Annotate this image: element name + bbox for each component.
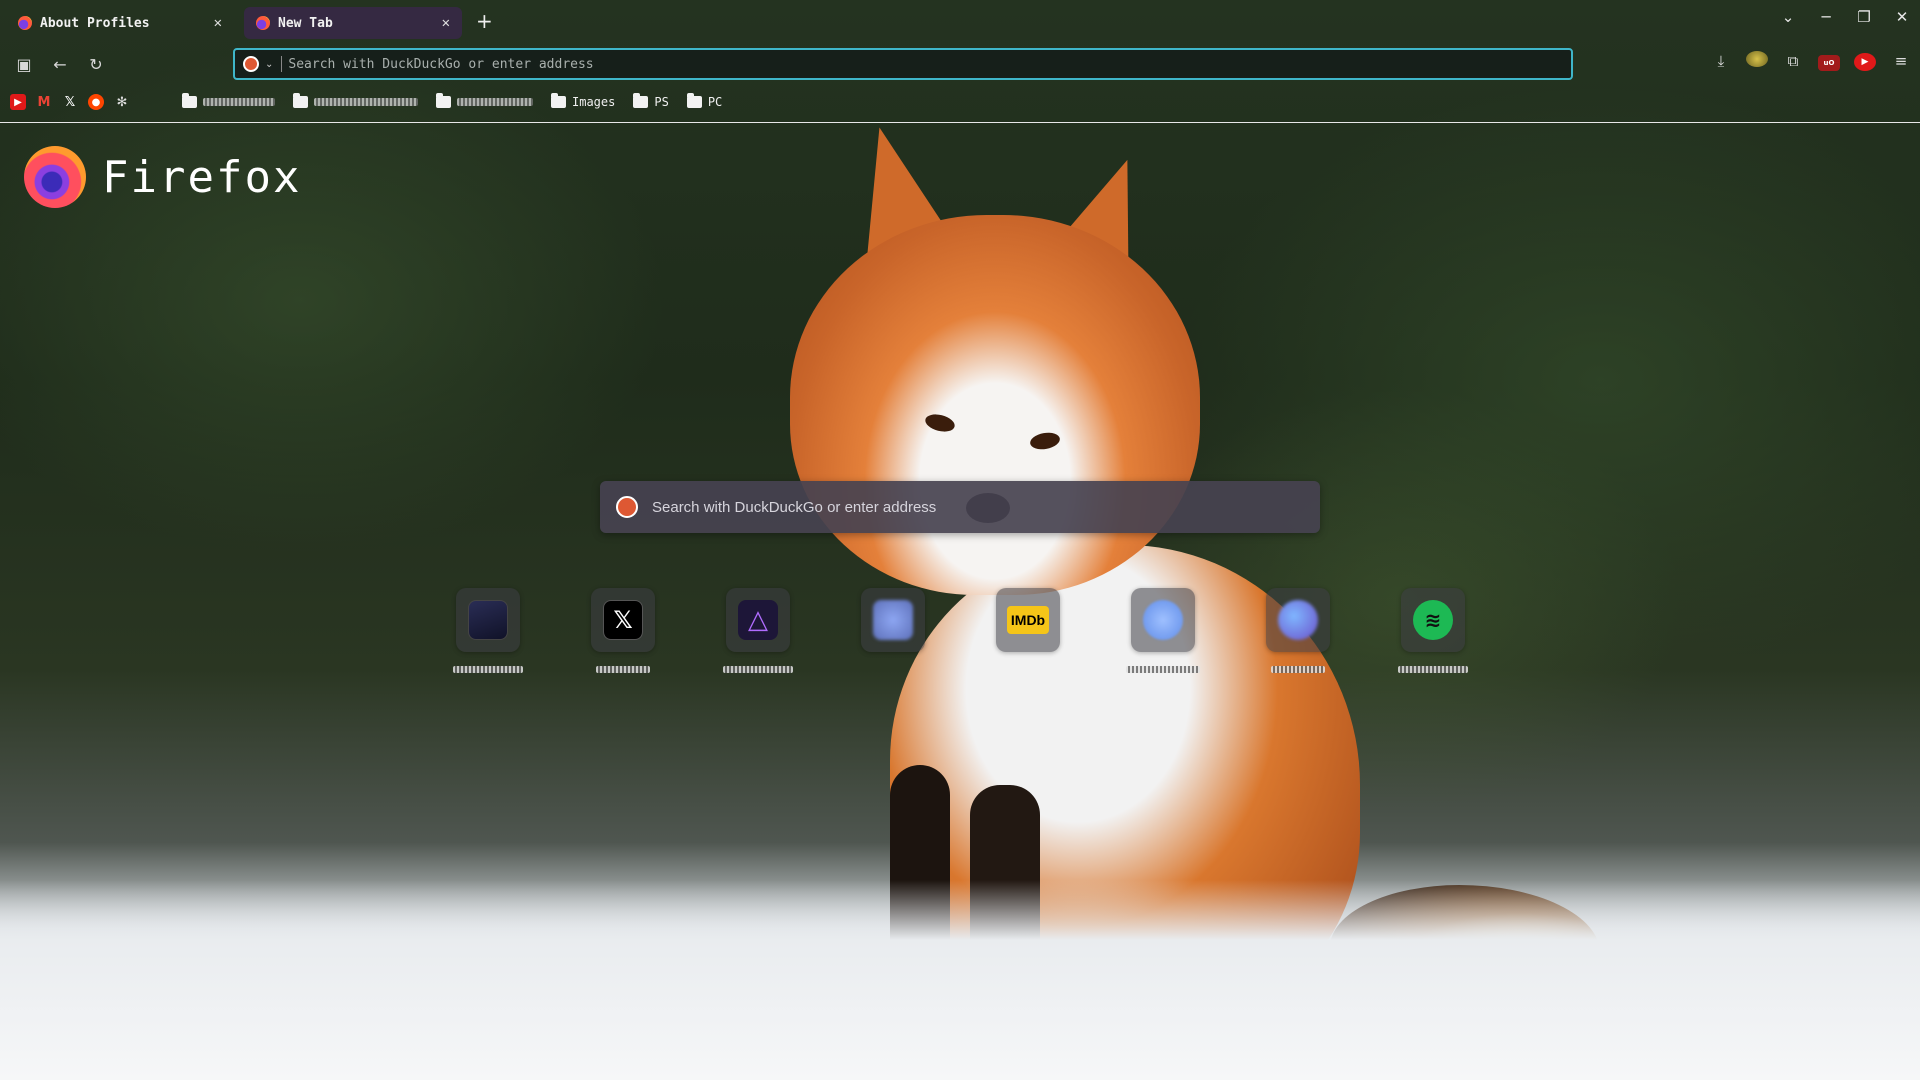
jellyfin-icon: △ xyxy=(738,600,778,640)
fox-eye xyxy=(923,411,957,435)
x-bookmark-icon[interactable]: 𝕏 xyxy=(62,94,78,110)
shortcut-tile[interactable]: ≋ xyxy=(1398,588,1468,673)
restore-icon[interactable]: ❐ xyxy=(1856,8,1872,26)
shortcut-tile[interactable] xyxy=(453,588,523,673)
tab-label: New Tab xyxy=(278,15,333,31)
redacted-tile-label xyxy=(1271,666,1325,673)
folder-label: PC xyxy=(707,95,723,109)
youtube-bookmark-icon[interactable]: ▶ xyxy=(10,94,26,110)
shortcut-tile[interactable] xyxy=(861,588,925,673)
chevron-down-icon[interactable]: ⌄ xyxy=(265,59,273,70)
tab-about-profiles[interactable]: About Profiles ✕ xyxy=(6,7,234,39)
fox-eye xyxy=(1028,430,1062,452)
search-placeholder[interactable]: Search with DuckDuckGo or enter address xyxy=(652,499,936,516)
x-icon: 𝕏 xyxy=(603,600,643,640)
shortcut-tile[interactable]: 𝕏 xyxy=(591,588,655,673)
duckduckgo-engine-icon[interactable] xyxy=(243,56,259,72)
folder-icon xyxy=(551,93,566,108)
redacted-label xyxy=(314,98,418,106)
youtube-extension-icon[interactable]: ▶ xyxy=(1854,50,1876,71)
address-bar-placeholder[interactable]: Search with DuckDuckGo or enter address xyxy=(288,57,593,72)
redacted-tile-label xyxy=(1398,666,1468,673)
tab-strip: About Profiles ✕ New Tab ✕ + ⌄ ─ ❐ ✕ xyxy=(0,0,1920,42)
bookmarks-toolbar: ▶ M 𝕏 ● ✻ Images PS PC xyxy=(0,90,1920,114)
tab-new-tab[interactable]: New Tab ✕ xyxy=(244,7,462,39)
bookmark-folder-pc[interactable]: PC xyxy=(686,93,723,109)
duckduckgo-icon xyxy=(616,496,638,518)
window-controls: ⌄ ─ ❐ ✕ xyxy=(1780,8,1910,26)
toolbar-divider xyxy=(0,122,1920,123)
fox-head xyxy=(790,215,1200,595)
tab-label: About Profiles xyxy=(40,15,150,31)
folder-icon xyxy=(686,93,702,108)
folder-icon xyxy=(293,93,308,108)
sidebar-toggle-icon[interactable]: ▣ xyxy=(6,55,42,74)
spotify-icon: ≋ xyxy=(1413,600,1453,640)
redacted-label xyxy=(203,98,275,106)
folder-icon xyxy=(436,93,451,108)
redacted-tile-label xyxy=(596,666,650,673)
toolbar-right: ⤓ ⧉ uO ▶ ≡ xyxy=(1710,50,1912,71)
back-icon[interactable]: ← xyxy=(42,55,78,74)
top-sites: 𝕏 △ IMDb ≋ xyxy=(453,588,1468,673)
folder-label: PS xyxy=(654,95,669,109)
blurred-gradient-icon xyxy=(1278,600,1318,640)
folder-icon xyxy=(182,93,197,108)
bookmark-folder-redacted[interactable] xyxy=(436,93,533,108)
list-all-tabs-icon[interactable]: ⌄ xyxy=(1780,8,1796,26)
new-tab-search-box[interactable]: Search with DuckDuckGo or enter address xyxy=(600,481,1320,533)
downloads-icon[interactable]: ⤓ xyxy=(1710,52,1732,70)
hamburger-menu-icon[interactable]: ≡ xyxy=(1890,52,1912,70)
shortcut-tile[interactable] xyxy=(1126,588,1200,673)
redacted-label xyxy=(457,98,533,106)
shortcut-tile[interactable] xyxy=(1266,588,1330,673)
firefox-logo-icon xyxy=(24,146,86,208)
folder-label: Images xyxy=(572,95,616,109)
chatgpt-bookmark-icon[interactable]: ✻ xyxy=(114,94,130,110)
close-tab-icon[interactable]: ✕ xyxy=(214,15,222,31)
imdb-icon: IMDb xyxy=(1007,606,1049,634)
shortcut-tile[interactable]: IMDb xyxy=(996,588,1060,673)
urlbar-divider xyxy=(281,56,283,72)
blurred-circle-icon xyxy=(1143,600,1183,640)
redacted-tile-label xyxy=(453,666,523,673)
dark-app-icon xyxy=(468,600,508,640)
firefox-wordmark: Firefox xyxy=(102,151,302,203)
minimize-icon[interactable]: ─ xyxy=(1818,8,1834,26)
reload-icon[interactable]: ↻ xyxy=(78,55,114,74)
bookmark-folder-redacted[interactable] xyxy=(293,93,418,108)
folder-icon xyxy=(633,93,649,108)
bookmark-folder-redacted[interactable] xyxy=(182,93,275,108)
redacted-tile-label xyxy=(723,666,793,673)
ublock-icon[interactable]: uO xyxy=(1818,51,1840,71)
bookmark-folder-images[interactable]: Images xyxy=(551,93,616,109)
new-tab-button[interactable]: + xyxy=(476,9,493,33)
blurred-app-icon xyxy=(873,600,913,640)
firefox-branding: Firefox xyxy=(24,146,301,208)
firefox-tab-icon xyxy=(18,16,32,30)
extension-gold-icon[interactable] xyxy=(1746,50,1768,71)
reddit-bookmark-icon[interactable]: ● xyxy=(88,94,104,110)
shortcut-tile[interactable]: △ xyxy=(723,588,793,673)
address-bar[interactable]: ⌄ Search with DuckDuckGo or enter addres… xyxy=(233,48,1573,80)
extensions-icon[interactable]: ⧉ xyxy=(1782,52,1804,70)
redacted-tile-label xyxy=(1126,666,1200,673)
bookmark-folder-ps[interactable]: PS xyxy=(633,93,669,109)
snow-ground xyxy=(0,880,1920,1080)
close-window-icon[interactable]: ✕ xyxy=(1894,8,1910,26)
navigation-toolbar: ▣ ← ↻ ⌄ Search with DuckDuckGo or enter … xyxy=(0,46,1920,82)
close-tab-icon[interactable]: ✕ xyxy=(442,15,450,31)
firefox-tab-icon xyxy=(256,16,270,30)
gmail-bookmark-icon[interactable]: M xyxy=(36,94,52,110)
